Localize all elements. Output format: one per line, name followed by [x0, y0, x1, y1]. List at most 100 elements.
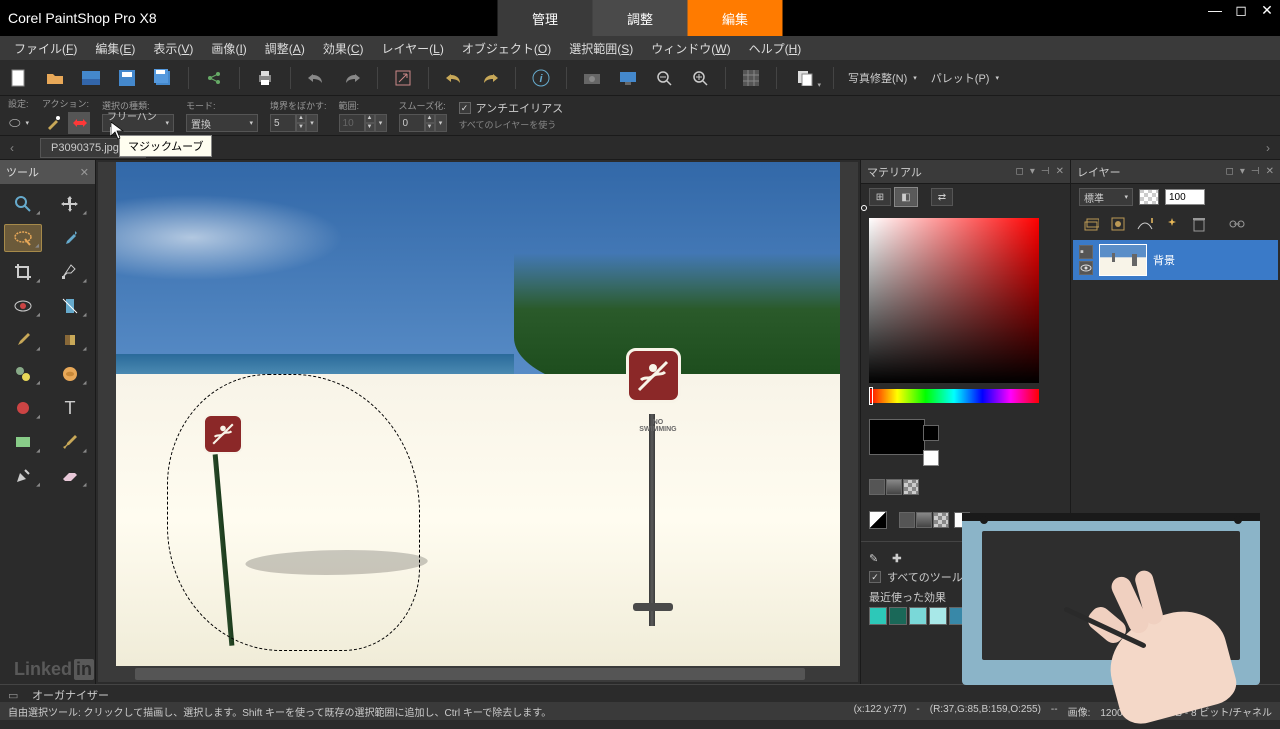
menu-edit[interactable]: 編集(E) — [87, 37, 143, 60]
straighten-tool[interactable] — [51, 292, 89, 320]
fg-mini-swatch[interactable] — [923, 425, 939, 441]
menu-layers[interactable]: レイヤー(L) — [374, 37, 452, 60]
menu-help[interactable]: ヘルプ(H) — [741, 37, 810, 60]
swap-colors-icon[interactable] — [869, 511, 887, 529]
text-tool[interactable]: T — [51, 394, 89, 422]
panel-pin-icon[interactable]: ⊣ — [1041, 166, 1050, 177]
repeat-button[interactable] — [479, 67, 501, 89]
blend-mode-dropdown[interactable]: 標準▾ — [1079, 188, 1133, 206]
new-adjust-icon[interactable] — [1133, 214, 1157, 234]
brush-tool[interactable] — [4, 326, 42, 354]
crop-tool[interactable] — [4, 258, 42, 286]
delete-layer-icon[interactable] — [1187, 214, 1211, 234]
recent-swatch[interactable] — [869, 607, 887, 625]
lighten-tool[interactable] — [51, 326, 89, 354]
style-swatch[interactable] — [869, 479, 885, 495]
redo-button[interactable] — [341, 67, 363, 89]
hsv-mode-icon[interactable]: ◧ — [895, 188, 917, 206]
menu-effects[interactable]: 効果(C) — [315, 37, 372, 60]
resize-button[interactable] — [392, 67, 414, 89]
feather-spinner[interactable]: ▲▼▾ — [270, 114, 327, 132]
copy-button[interactable] — [791, 67, 819, 89]
menu-file[interactable]: ファイル(F) — [6, 37, 85, 60]
style-swatch[interactable] — [916, 512, 932, 528]
recent-swatch[interactable] — [909, 607, 927, 625]
hue-slider[interactable] — [869, 389, 1039, 403]
antialias-checkbox[interactable]: ✓ アンチエイリアス — [459, 100, 564, 116]
color-picker[interactable] — [861, 210, 1070, 411]
close-button[interactable]: ✕ — [1258, 2, 1276, 19]
scrollbar-vertical[interactable] — [842, 162, 858, 666]
swatches-mode-icon[interactable]: ⊞ — [869, 188, 891, 206]
magic-move-icon[interactable] — [68, 112, 90, 134]
link-layer-icon[interactable] — [1225, 214, 1249, 234]
clone-tool[interactable] — [4, 360, 42, 388]
panel-close-icon[interactable]: ✕ — [1266, 166, 1274, 177]
sliders-mode-icon[interactable]: ⇄ — [931, 188, 953, 206]
recent-swatch[interactable] — [889, 607, 907, 625]
panel-dock-icon[interactable]: ◻ — [1016, 166, 1024, 177]
tool-panel-close[interactable]: ✕ — [80, 166, 89, 179]
menu-view[interactable]: 表示(V) — [145, 37, 201, 60]
freehand-select-tool[interactable] — [4, 224, 42, 252]
move-tool[interactable] — [51, 190, 89, 218]
recent-swatch[interactable] — [929, 607, 947, 625]
style-swatch[interactable] — [933, 512, 949, 528]
workspace-button[interactable] — [80, 67, 102, 89]
add-icon[interactable]: ✚ — [892, 552, 901, 565]
open-button[interactable] — [44, 67, 66, 89]
palette-dropdown[interactable]: パレット(P) ▾ — [931, 70, 999, 86]
panel-menu-icon[interactable]: ▾ — [1240, 166, 1245, 177]
seltype-dropdown[interactable]: フリーハンド▾ — [102, 114, 174, 132]
opacity-input[interactable] — [1165, 189, 1205, 205]
layer-item-background[interactable]: ▪ 背景 — [1073, 240, 1278, 280]
photo-fix-dropdown[interactable]: 写真修整(N) ▾ — [848, 70, 917, 86]
foreground-swatch[interactable] — [869, 419, 925, 455]
zoom-in-button[interactable] — [689, 67, 711, 89]
menu-window[interactable]: ウィンドウ(W) — [643, 37, 738, 60]
rectangle-tool[interactable] — [4, 428, 42, 456]
screen-button[interactable] — [617, 67, 639, 89]
magic-fill-icon[interactable] — [42, 112, 64, 134]
layer-visibility-icon[interactable] — [1079, 261, 1093, 275]
maximize-button[interactable]: ◻ — [1232, 2, 1250, 19]
save-all-button[interactable] — [152, 67, 174, 89]
menu-objects[interactable]: オブジェクト(O) — [454, 37, 559, 60]
panel-close-icon[interactable]: ✕ — [1056, 166, 1064, 177]
canvas[interactable]: NO SWIMMING — [98, 162, 858, 682]
pen-tool[interactable] — [4, 462, 42, 490]
style-swatch[interactable] — [903, 479, 919, 495]
undo-button[interactable] — [305, 67, 327, 89]
new-layer-icon[interactable] — [1079, 214, 1103, 234]
dropper-tool[interactable] — [51, 224, 89, 252]
share-button[interactable] — [203, 67, 225, 89]
red-eye-tool[interactable] — [4, 292, 42, 320]
warp-tool[interactable] — [51, 360, 89, 388]
tab-next-button[interactable]: › — [1260, 141, 1276, 155]
menu-adjust[interactable]: 調整(A) — [257, 37, 313, 60]
smooth-spinner[interactable]: ▲▼▾ — [399, 114, 447, 132]
minimize-button[interactable]: — — [1206, 2, 1224, 19]
tab-prev-button[interactable]: ‹ — [4, 141, 20, 155]
camera-button[interactable] — [581, 67, 603, 89]
info-button[interactable]: i — [530, 67, 552, 89]
layer-expand-icon[interactable]: ▪ — [1079, 245, 1093, 259]
zoom-tool[interactable] — [4, 190, 42, 218]
style-swatch[interactable] — [899, 512, 915, 528]
eraser-tool[interactable] — [51, 462, 89, 490]
mode-dropdown[interactable]: 置換▾ — [186, 114, 258, 132]
tab-adjust[interactable]: 調整 — [593, 0, 688, 36]
print-button[interactable] — [254, 67, 276, 89]
new-mask-icon[interactable] — [1106, 214, 1130, 234]
wand-icon[interactable]: ✎ — [869, 552, 878, 565]
save-button[interactable] — [116, 67, 138, 89]
style-swatch[interactable] — [886, 479, 902, 495]
preset-dropdown[interactable]: ▾ — [8, 112, 30, 134]
menu-selections[interactable]: 選択範囲(S) — [561, 37, 641, 60]
panel-dock-icon[interactable]: ◻ — [1226, 166, 1234, 177]
grid-button[interactable] — [740, 67, 762, 89]
tab-edit[interactable]: 編集 — [688, 0, 783, 36]
range-spinner[interactable]: ▲▼▾ — [339, 114, 387, 132]
panel-pin-icon[interactable]: ⊣ — [1251, 166, 1260, 177]
panel-menu-icon[interactable]: ▾ — [1030, 166, 1035, 177]
